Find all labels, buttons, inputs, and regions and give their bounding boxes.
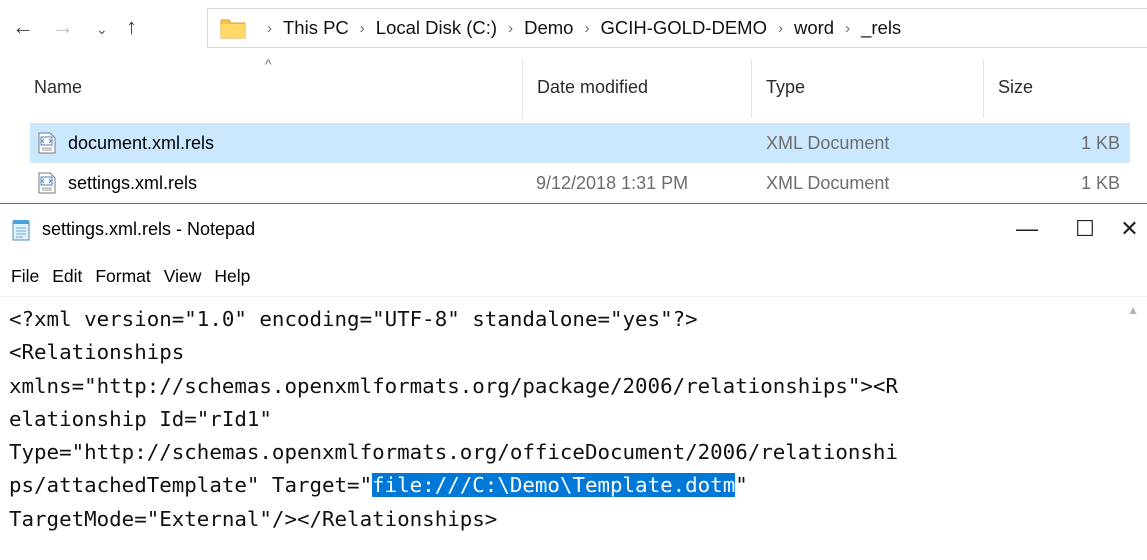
file-type: XML Document [766, 133, 890, 153]
file-row-settings-xml-rels[interactable]: settings.xml.rels 9/12/2018 1:31 PM XML … [30, 163, 1130, 203]
text-line: xmlns="http://schemas.openxmlformats.org… [9, 373, 898, 398]
text-line: <?xml version="1.0" encoding="UTF-8" sta… [9, 307, 698, 331]
file-name: document.xml.rels [68, 133, 215, 153]
breadcrumb-gcih-gold-demo[interactable]: GCIH-GOLD-DEMO [600, 17, 767, 39]
notepad-icon [12, 220, 30, 241]
breadcrumb-separator-icon[interactable]: › [267, 20, 272, 37]
close-icon[interactable]: ✕ [1112, 209, 1147, 249]
back-arrow-icon[interactable]: ← [12, 12, 34, 42]
breadcrumb-local-disk[interactable]: Local Disk (C:) [376, 17, 497, 39]
window-title: settings.xml.rels - Notepad [42, 219, 256, 239]
minimize-icon[interactable]: — [996, 209, 1058, 249]
text-line: TargetMode="External"/></Relationships> [9, 506, 498, 531]
menu-format[interactable]: Format [95, 266, 150, 287]
address-box[interactable]: › This PC › Local Disk (C:) › Demo › GCI… [207, 8, 1147, 48]
selected-text[interactable]: file:///C:\Demo\Template.dotm [372, 473, 736, 498]
breadcrumb: › This PC › Local Disk (C:) › Demo › GCI… [256, 9, 901, 47]
breadcrumb-separator-icon[interactable]: › [508, 20, 513, 37]
column-size[interactable]: Size [998, 77, 1033, 98]
breadcrumb-this-pc[interactable]: This PC [283, 17, 349, 39]
file-name: settings.xml.rels [68, 173, 198, 193]
menu-help[interactable]: Help [214, 266, 250, 287]
file-row-document-xml-rels[interactable]: document.xml.rels XML Document 1 KB [30, 123, 1130, 163]
column-name[interactable]: Name [34, 77, 82, 98]
up-arrow-icon[interactable]: ↑ [126, 12, 137, 42]
title-bar[interactable]: settings.xml.rels - Notepad — ☐ ✕ [0, 204, 1147, 254]
breadcrumb-separator-icon[interactable]: › [584, 20, 589, 37]
breadcrumb-separator-icon[interactable]: › [845, 20, 850, 37]
breadcrumb-separator-icon[interactable]: › [360, 20, 365, 37]
xml-file-icon [38, 172, 56, 194]
text-line: Type="http://schemas.openxmlformats.org/… [9, 440, 898, 465]
menu-file[interactable]: File [11, 266, 39, 287]
file-size: 1 KB [1080, 173, 1120, 193]
notepad-window: settings.xml.rels - Notepad — ☐ ✕ File E… [0, 203, 1147, 559]
breadcrumb-rels[interactable]: _rels [861, 17, 901, 39]
column-divider[interactable] [522, 60, 523, 118]
xml-file-icon [38, 132, 56, 154]
text-line: <Relationships [9, 340, 185, 365]
column-header: Name ^ Date modified Type Size [0, 56, 1147, 118]
column-type[interactable]: Type [766, 77, 805, 98]
file-type: XML Document [766, 173, 890, 193]
breadcrumb-demo[interactable]: Demo [524, 17, 573, 39]
forward-arrow-icon[interactable]: → [52, 12, 74, 42]
column-divider[interactable] [983, 60, 984, 118]
column-date-modified[interactable]: Date modified [537, 77, 648, 98]
menu-view[interactable]: View [164, 266, 202, 287]
file-date: 9/12/2018 1:31 PM [536, 173, 689, 193]
breadcrumb-separator-icon[interactable]: › [778, 20, 783, 37]
address-bar: ← → ⌄ ↑ › This PC › Local Disk (C:) › De… [0, 0, 1147, 60]
menu-bar: File Edit Format View Help [0, 259, 252, 293]
maximize-icon[interactable]: ☐ [1054, 209, 1116, 249]
text-line: ps/attachedTemplate" Target=" [9, 473, 373, 498]
breadcrumb-word[interactable]: word [794, 17, 834, 39]
file-size: 1 KB [1080, 133, 1120, 153]
scroll-up-icon[interactable]: ▲ [1127, 303, 1139, 317]
folder-icon [220, 19, 246, 39]
column-divider[interactable] [751, 60, 752, 118]
text-editor[interactable]: <?xml version="1.0" encoding="UTF-8" sta… [0, 296, 1147, 560]
sort-ascending-icon: ^ [265, 56, 272, 72]
menu-edit[interactable]: Edit [52, 266, 82, 287]
text-line: elationship Id="rId1" [9, 406, 272, 431]
text-line-tail: " [735, 473, 748, 498]
recent-locations-chevron-icon[interactable]: ⌄ [96, 14, 108, 44]
